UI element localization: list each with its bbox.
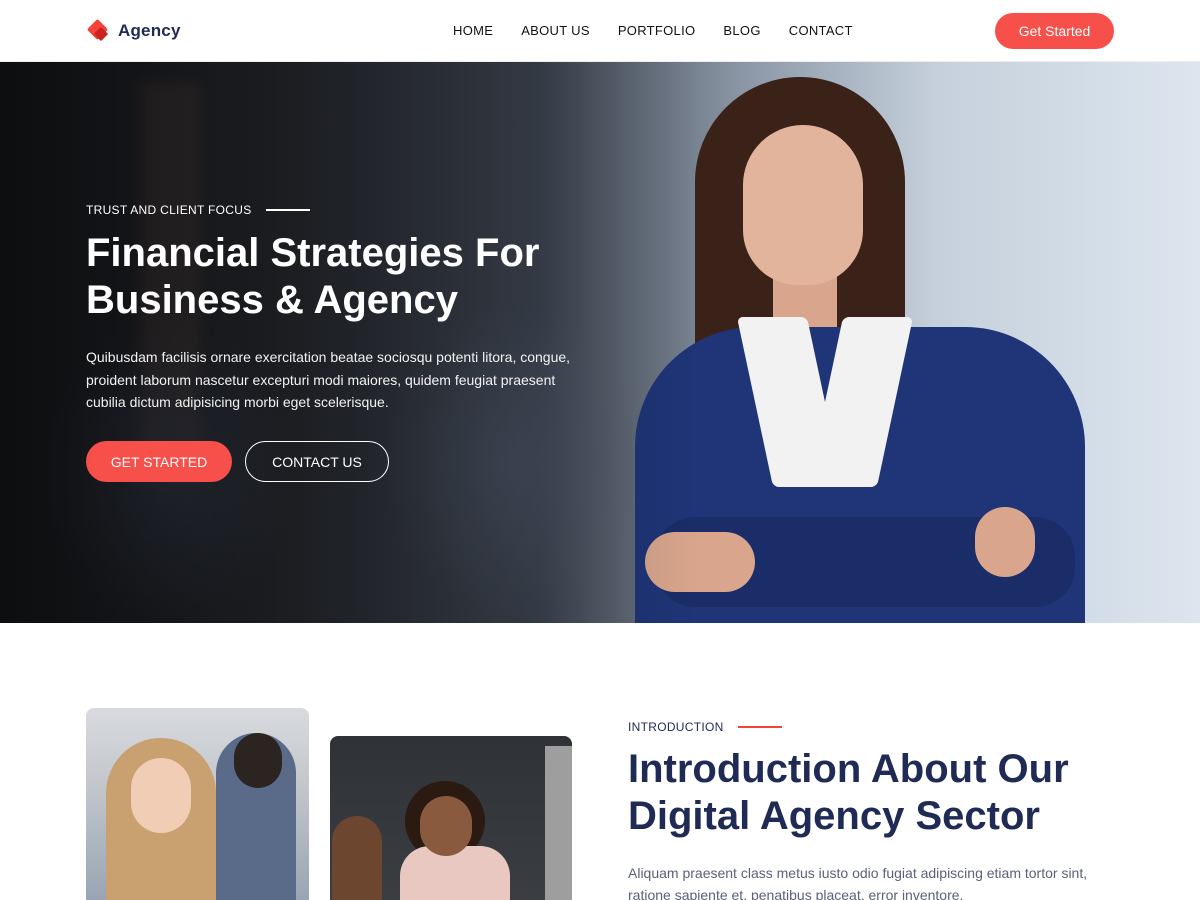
intro-photo-meeting [330, 736, 572, 900]
nav-portfolio[interactable]: PORTFOLIO [618, 23, 696, 38]
nav-contact[interactable]: CONTACT [789, 23, 853, 38]
nav-home[interactable]: HOME [453, 23, 493, 38]
hero-eyebrow-text: TRUST AND CLIENT FOCUS [86, 203, 252, 217]
intro-eyebrow-text: INTRODUCTION [628, 720, 724, 734]
hero-description: Quibusdam facilisis ornare exercitation … [86, 349, 571, 410]
site-header: Agency HOME ABOUT US PORTFOLIO BLOG CONT… [0, 0, 1200, 62]
intro-description: Aliquam praesent class metus iusto odio … [628, 865, 1088, 900]
hero-contact-us-button[interactable]: CONTACT US [245, 441, 389, 482]
intro-eyebrow: INTRODUCTION [628, 720, 782, 734]
hero-get-started-button[interactable]: GET STARTED [86, 441, 232, 482]
hero-title: Financial Strategies For Business & Agen… [86, 231, 540, 322]
logo[interactable]: Agency [86, 18, 181, 42]
main-nav: HOME ABOUT US PORTFOLIO BLOG CONTACT [453, 23, 853, 38]
logo-icon [86, 18, 110, 42]
hero-section [0, 62, 1200, 623]
get-started-button[interactable]: Get Started [995, 13, 1114, 49]
intro-photo-team [86, 708, 309, 900]
logo-text: Agency [118, 21, 181, 40]
nav-blog[interactable]: BLOG [723, 23, 760, 38]
intro-title: Introduction About Our Digital Agency Se… [628, 747, 1069, 838]
nav-about-us[interactable]: ABOUT US [521, 23, 590, 38]
eyebrow-divider [265, 209, 310, 211]
hero-eyebrow: TRUST AND CLIENT FOCUS [86, 203, 310, 217]
intro-eyebrow-divider [737, 726, 782, 728]
